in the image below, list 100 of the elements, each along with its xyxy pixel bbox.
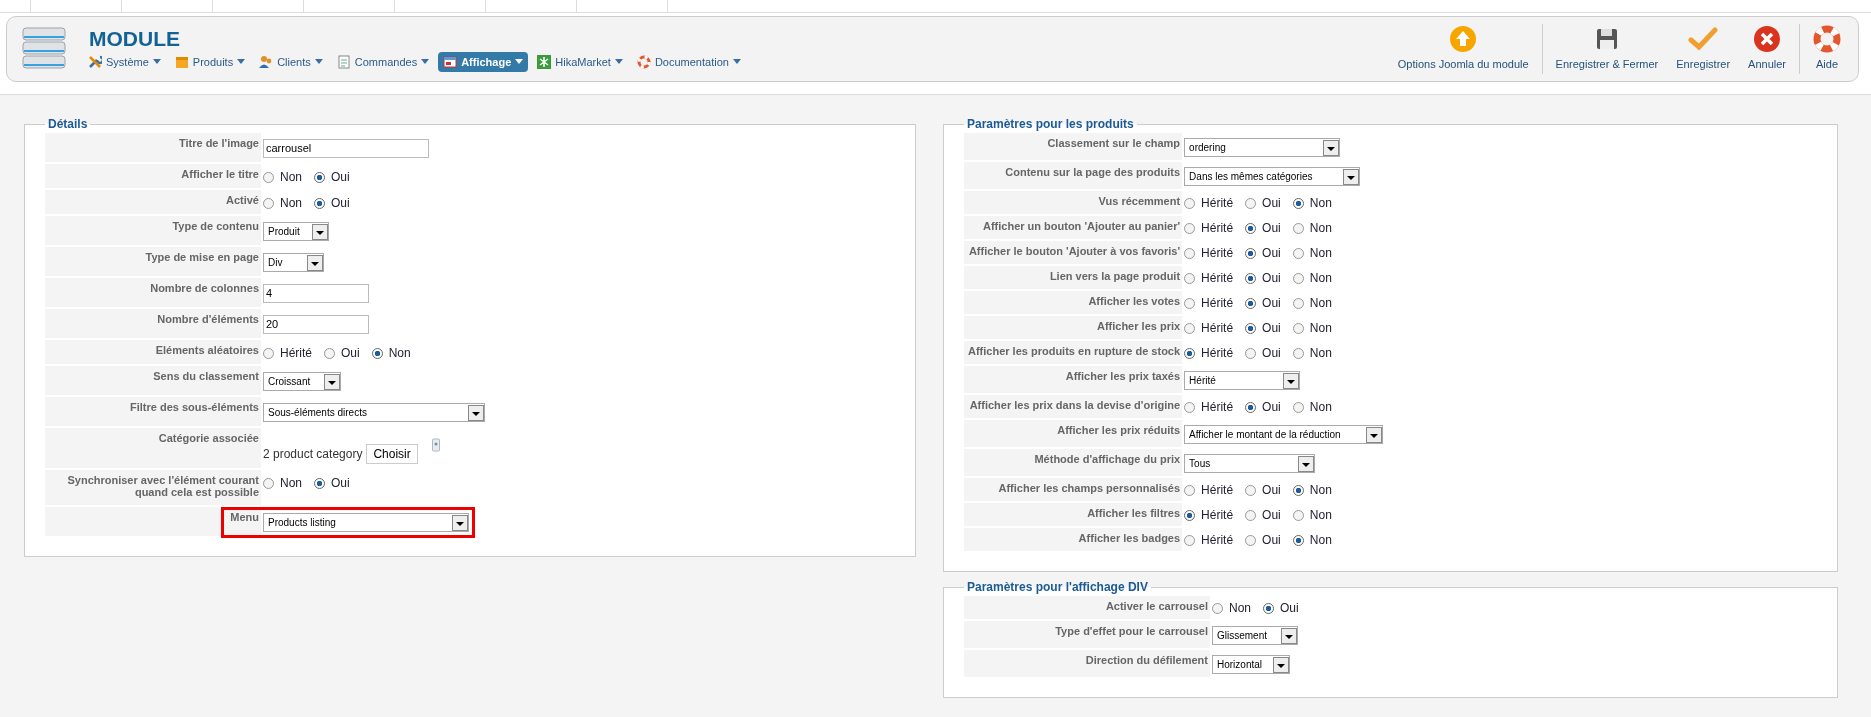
- radio-button[interactable]: [1184, 347, 1196, 359]
- radio-button[interactable]: [1184, 534, 1196, 546]
- option-label: Non: [1309, 400, 1332, 414]
- text-field[interactable]: 20: [263, 315, 369, 334]
- close-icon: [1753, 25, 1782, 53]
- field-label: Afficher un bouton 'Ajouter au panier': [964, 216, 1183, 239]
- asterisk-icon: [537, 54, 552, 69]
- caret-icon: [515, 59, 524, 64]
- radio-button[interactable]: [1245, 272, 1257, 284]
- radio-button[interactable]: [1245, 247, 1257, 259]
- toolbar-button[interactable]: Annuler: [1739, 22, 1795, 76]
- field-label: Afficher le titre: [45, 164, 261, 188]
- radio-button[interactable]: [1184, 401, 1196, 413]
- wrench-icon: [88, 54, 102, 69]
- radio-button[interactable]: [314, 477, 325, 489]
- select-field[interactable]: Hérité: [1184, 371, 1301, 390]
- field-label: Activé: [45, 190, 261, 214]
- select-field[interactable]: Horizontal: [1212, 655, 1290, 674]
- toolbar-button[interactable]: Enregistrer: [1667, 22, 1740, 76]
- panel-legend: Paramètres pour l'affichage DIV: [964, 580, 1151, 594]
- radio-button[interactable]: [1184, 247, 1196, 259]
- radio-button[interactable]: [1292, 297, 1304, 309]
- select-field[interactable]: Div: [263, 253, 324, 272]
- choose-button[interactable]: Choisir: [366, 444, 418, 464]
- field-label: Afficher les prix réduits: [964, 420, 1183, 447]
- menu-item[interactable]: HikaMarket: [532, 51, 628, 72]
- radio-button[interactable]: [263, 477, 274, 489]
- field-label: Méthode d'affichage du prix: [964, 449, 1183, 476]
- option-label: Non: [1309, 221, 1332, 235]
- lifebuoy-icon: [1813, 25, 1841, 53]
- radio-button[interactable]: [1292, 534, 1304, 546]
- toolbar-button[interactable]: Aide: [1804, 22, 1850, 76]
- menu-item[interactable]: Affichage: [438, 51, 529, 72]
- radio-button[interactable]: [1184, 197, 1196, 209]
- radio-button[interactable]: [1292, 272, 1304, 284]
- field-label: Nombre d'éléments: [45, 309, 261, 338]
- radio-button[interactable]: [1245, 197, 1257, 209]
- radio-button[interactable]: [263, 197, 274, 209]
- toolbar-button[interactable]: Options Joomla du module: [1388, 22, 1538, 76]
- radio-button[interactable]: [1245, 534, 1257, 546]
- radio-button[interactable]: [1292, 222, 1304, 234]
- radio-button[interactable]: [1245, 401, 1257, 413]
- radio-button[interactable]: [1292, 484, 1304, 496]
- radio-button[interactable]: [1292, 247, 1304, 259]
- field-label: Afficher les produits en rupture de stock: [964, 341, 1183, 364]
- radio-button[interactable]: [314, 171, 325, 183]
- radio-button[interactable]: [1212, 602, 1223, 614]
- option-label: Oui: [331, 476, 350, 490]
- caret-icon: [237, 59, 246, 64]
- menu-item[interactable]: Système: [83, 51, 166, 72]
- option-label: Oui: [1262, 271, 1281, 285]
- radio-button[interactable]: [1184, 272, 1196, 284]
- trash-icon[interactable]: [431, 438, 440, 452]
- radio-button[interactable]: [371, 347, 383, 359]
- radio-button[interactable]: [1245, 509, 1257, 521]
- option-label: Oui: [331, 196, 350, 210]
- radio-button[interactable]: [1184, 484, 1196, 496]
- option-label: Hérité: [1201, 508, 1234, 522]
- radio-button[interactable]: [1292, 197, 1304, 209]
- radio-button[interactable]: [1292, 509, 1304, 521]
- text-field[interactable]: 4: [263, 284, 369, 303]
- menu-item[interactable]: Commandes: [331, 51, 435, 72]
- radio-button[interactable]: [324, 347, 335, 359]
- folder-icon: [174, 54, 189, 69]
- option-label: Non: [1309, 246, 1332, 260]
- panel-legend: Détails: [45, 117, 91, 131]
- radio-button[interactable]: [1263, 602, 1274, 614]
- select-field[interactable]: Sous-éléments directs: [263, 403, 485, 422]
- select-field[interactable]: Products listing: [263, 513, 469, 532]
- radio-button[interactable]: [1292, 322, 1304, 334]
- field-label: Afficher les prix taxés: [964, 366, 1183, 393]
- select-field[interactable]: Tous: [1184, 454, 1316, 473]
- radio-button[interactable]: [1245, 347, 1257, 359]
- field-label: Activer le carrousel: [964, 596, 1210, 619]
- people-icon: [259, 54, 274, 69]
- select-field[interactable]: Croissant: [263, 372, 341, 391]
- text-field[interactable]: carrousel: [263, 139, 429, 158]
- menu-item[interactable]: Clients: [254, 51, 328, 72]
- select-field[interactable]: Afficher le montant de la réduction: [1184, 425, 1384, 444]
- radio-button[interactable]: [263, 347, 274, 359]
- radio-button[interactable]: [263, 171, 274, 183]
- radio-button[interactable]: [1245, 484, 1257, 496]
- toolbar-button[interactable]: Enregistrer & Fermer: [1546, 22, 1668, 76]
- radio-button[interactable]: [1245, 297, 1257, 309]
- radio-button[interactable]: [1292, 347, 1304, 359]
- radio-button[interactable]: [1184, 297, 1196, 309]
- select-field[interactable]: Glissement: [1212, 626, 1298, 645]
- radio-button[interactable]: [1184, 222, 1196, 234]
- select-field[interactable]: Dans les mêmes catégories: [1184, 167, 1361, 186]
- menu-item[interactable]: Documentation: [631, 51, 746, 72]
- radio-button[interactable]: [1184, 509, 1196, 521]
- menu-item[interactable]: Produits: [169, 51, 251, 72]
- radio-button[interactable]: [1245, 222, 1257, 234]
- radio-button[interactable]: [1245, 322, 1257, 334]
- radio-button[interactable]: [1184, 322, 1196, 334]
- select-field[interactable]: Produit: [263, 222, 329, 241]
- radio-button[interactable]: [1292, 401, 1304, 413]
- field-label: Afficher les champs personnalisés: [964, 478, 1183, 501]
- radio-button[interactable]: [314, 197, 325, 209]
- select-field[interactable]: ordering: [1184, 138, 1341, 157]
